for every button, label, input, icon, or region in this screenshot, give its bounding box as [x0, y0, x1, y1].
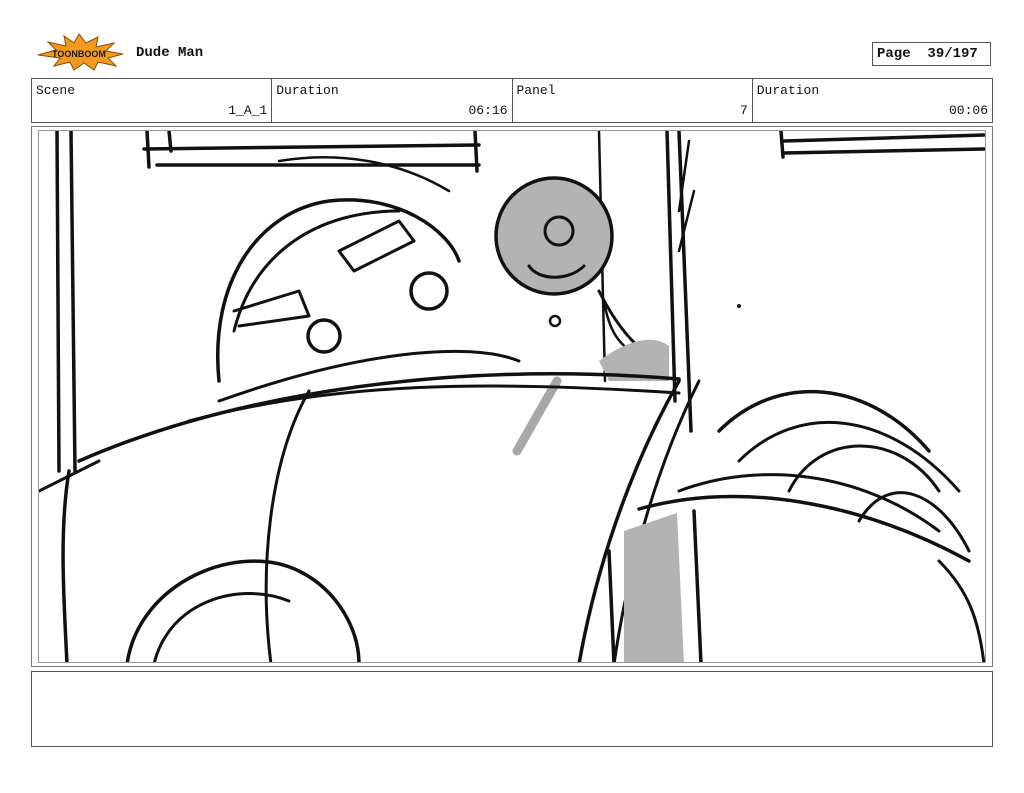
- storyboard-info-row: Scene 1_A_1 Duration 06:16 Panel 7 Durat…: [31, 78, 993, 123]
- panel-label: Panel: [516, 83, 556, 98]
- scene-duration-label: Duration: [276, 83, 339, 98]
- scene-cell: Scene 1_A_1: [32, 79, 273, 122]
- storyboard-sketch-drawing: [39, 131, 985, 662]
- page-value: 39/197: [927, 46, 978, 62]
- panel-sketch: [38, 130, 986, 663]
- panel-cell: Panel 7: [513, 79, 753, 122]
- panel-value: 7: [739, 103, 748, 118]
- page-indicator: Page 39/197: [872, 42, 991, 66]
- panel-notes-box[interactable]: [31, 671, 993, 747]
- logo-text: TOONBOOM: [52, 49, 106, 59]
- scene-duration-cell: Duration 06:16: [272, 79, 513, 122]
- panel-duration-value: 00:06: [948, 103, 988, 118]
- page-label: Page: [877, 46, 911, 62]
- panel-duration-label: Duration: [756, 83, 820, 98]
- scene-label: Scene: [36, 83, 76, 98]
- scene-value: 1_A_1: [228, 103, 268, 118]
- scene-duration-value: 06:16: [468, 103, 508, 118]
- project-title: Dude Man: [136, 45, 204, 61]
- toonboom-logo: TOONBOOM: [37, 33, 124, 71]
- panel-duration-cell: Duration 00:06: [753, 79, 992, 122]
